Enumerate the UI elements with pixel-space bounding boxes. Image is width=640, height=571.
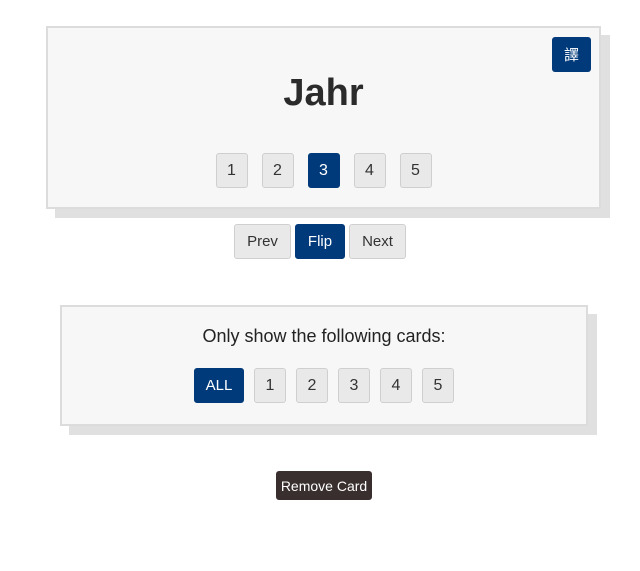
remove-card-button[interactable]: Remove Card [276, 471, 372, 500]
prev-button[interactable]: Prev [234, 224, 291, 259]
translate-button[interactable]: 譯 [552, 37, 591, 72]
side-button-4[interactable]: 4 [353, 153, 386, 188]
filter-button-5[interactable]: 5 [422, 368, 454, 403]
side-button-5[interactable]: 5 [399, 153, 432, 188]
side-button-3[interactable]: 3 [307, 153, 340, 188]
filter-button-2[interactable]: 2 [296, 368, 328, 403]
filter-title: Only show the following cards: [202, 326, 446, 346]
translate-icon: 譯 [563, 46, 579, 64]
card-navigation: Prev Flip Next [0, 224, 640, 259]
side-button-2[interactable]: 2 [261, 153, 294, 188]
flashcard: 譯 Jahr 1 2 3 4 5 [46, 26, 601, 209]
filter-button-4[interactable]: 4 [380, 368, 412, 403]
filter-button-1[interactable]: 1 [254, 368, 286, 403]
card-filter-panel: Only show the following cards: ALL 1 2 3… [60, 305, 588, 426]
next-button[interactable]: Next [349, 224, 406, 259]
side-button-1[interactable]: 1 [215, 153, 248, 188]
filter-button-3[interactable]: 3 [338, 368, 370, 403]
filter-all-button[interactable]: ALL [194, 368, 244, 403]
flip-button[interactable]: Flip [294, 224, 346, 259]
card-side-selector: 1 2 3 4 5 [48, 153, 599, 188]
filter-options: ALL 1 2 3 4 5 [62, 368, 586, 403]
card-word: Jahr [283, 72, 364, 114]
